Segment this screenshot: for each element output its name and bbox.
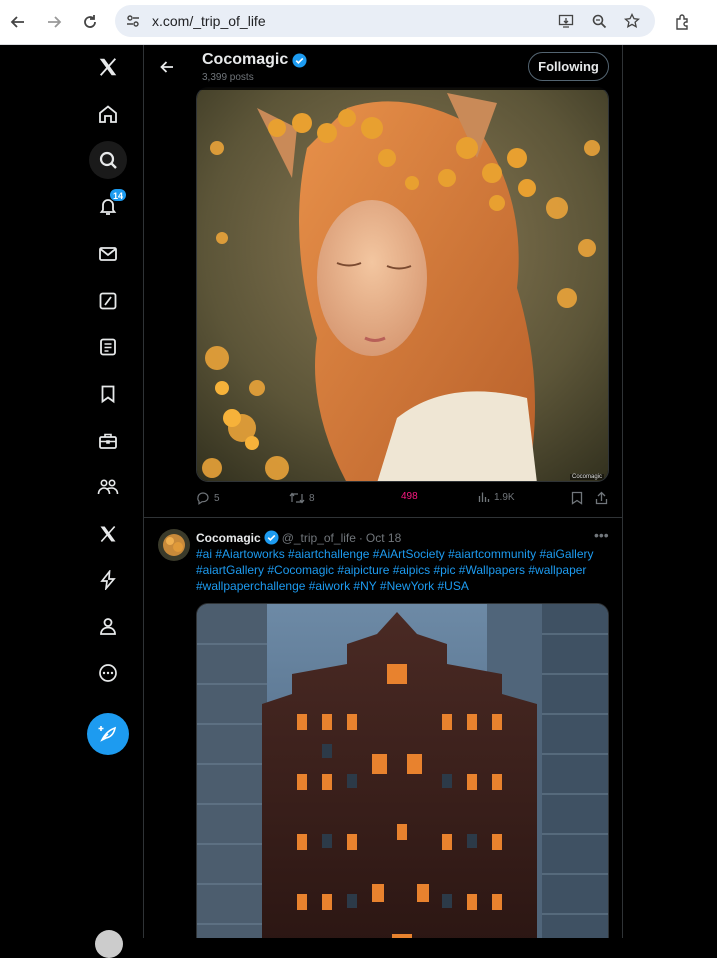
reply-button[interactable]: 5 bbox=[196, 491, 220, 505]
share-icon bbox=[595, 491, 608, 505]
repost-button[interactable]: 8 bbox=[289, 491, 315, 505]
bookmark-star-icon[interactable] bbox=[622, 11, 642, 31]
profile-name: Cocomagic bbox=[202, 51, 307, 69]
account-avatar[interactable] bbox=[95, 930, 123, 958]
x-logo-icon[interactable] bbox=[89, 48, 127, 86]
views-chart-icon bbox=[478, 492, 490, 502]
explore-search-icon[interactable] bbox=[89, 141, 127, 179]
meta-separator: · bbox=[358, 530, 363, 545]
more-options-icon[interactable]: ••• bbox=[594, 527, 609, 543]
compose-post-button[interactable] bbox=[87, 713, 129, 755]
reply-count: 5 bbox=[214, 492, 220, 504]
repost-icon bbox=[289, 492, 305, 504]
back-arrow-icon[interactable] bbox=[156, 56, 178, 78]
address-bar[interactable]: x.com/_trip_of_life bbox=[115, 5, 655, 37]
sidebar: 14 bbox=[83, 45, 143, 938]
feather-plus-icon bbox=[98, 726, 117, 742]
verified-badge-icon bbox=[264, 530, 279, 545]
lists-icon[interactable] bbox=[89, 328, 127, 366]
x-app: 14 Cocomagic 3,399 posts Following Cocom… bbox=[0, 45, 717, 958]
image-watermark: Cocomagic bbox=[569, 474, 604, 480]
jobs-briefcase-icon[interactable] bbox=[89, 422, 127, 460]
profile-timeline: Cocomagic 3,399 posts Following Cocomagi… bbox=[143, 45, 623, 938]
views-count: 1.9K bbox=[494, 491, 515, 503]
tweet-date[interactable]: Oct 18 bbox=[366, 531, 401, 545]
share-button[interactable] bbox=[595, 491, 608, 505]
premium-x-icon[interactable] bbox=[89, 515, 127, 553]
posts-count: 3,399 posts bbox=[202, 72, 254, 83]
forward-arrow-icon[interactable] bbox=[42, 10, 66, 34]
author-name[interactable]: Cocomagic bbox=[196, 531, 261, 545]
like-button[interactable]: 498 bbox=[401, 491, 418, 502]
back-arrow-icon[interactable] bbox=[6, 10, 30, 34]
bookmark-button[interactable] bbox=[571, 491, 583, 505]
reload-icon[interactable] bbox=[78, 10, 102, 34]
extensions-icon[interactable] bbox=[671, 10, 695, 34]
home-icon[interactable] bbox=[89, 95, 127, 133]
more-options-icon[interactable] bbox=[89, 654, 127, 692]
repost-count: 8 bbox=[309, 492, 315, 504]
profile-name-text: Cocomagic bbox=[202, 51, 289, 68]
messages-envelope-icon[interactable] bbox=[89, 235, 127, 273]
verified-orgs-lightning-icon[interactable] bbox=[89, 561, 127, 599]
reply-icon bbox=[197, 492, 209, 505]
tweet[interactable]: Cocomagic @_trip_of_life · Oct 18 ••• #a… bbox=[144, 518, 622, 938]
browser-toolbar: x.com/_trip_of_life bbox=[0, 0, 717, 45]
author-handle[interactable]: @_trip_of_life bbox=[282, 531, 356, 545]
bookmarks-icon[interactable] bbox=[89, 375, 127, 413]
zoom-icon[interactable] bbox=[589, 11, 609, 31]
tweet-header: Cocomagic @_trip_of_life · Oct 18 bbox=[196, 530, 401, 545]
avatar[interactable] bbox=[158, 529, 190, 561]
tweet-image-flower-portrait[interactable]: Cocomagic bbox=[196, 87, 609, 482]
tweet-actions: 5 8 498 1.9K bbox=[196, 491, 609, 509]
url-text[interactable]: x.com/_trip_of_life bbox=[152, 13, 266, 29]
notifications-bell-icon[interactable]: 14 bbox=[89, 187, 128, 225]
views-button[interactable]: 1.9K bbox=[478, 491, 515, 503]
like-count: 498 bbox=[401, 491, 418, 502]
notifications-badge: 14 bbox=[109, 188, 128, 202]
profile-header: Cocomagic 3,399 posts Following bbox=[144, 45, 622, 90]
site-info-icon[interactable] bbox=[123, 11, 143, 31]
communities-icon[interactable] bbox=[89, 468, 127, 506]
bookmark-icon bbox=[571, 491, 583, 505]
grok-icon[interactable] bbox=[89, 282, 127, 320]
verified-badge-icon bbox=[292, 52, 307, 68]
following-button[interactable]: Following bbox=[528, 52, 609, 81]
tweet-text: #ai #Aiartoworks #aiartchallenge #AiArtS… bbox=[196, 547, 594, 593]
tweet-image-building[interactable] bbox=[196, 603, 609, 938]
profile-icon[interactable] bbox=[89, 607, 127, 645]
install-app-icon[interactable] bbox=[556, 11, 576, 31]
